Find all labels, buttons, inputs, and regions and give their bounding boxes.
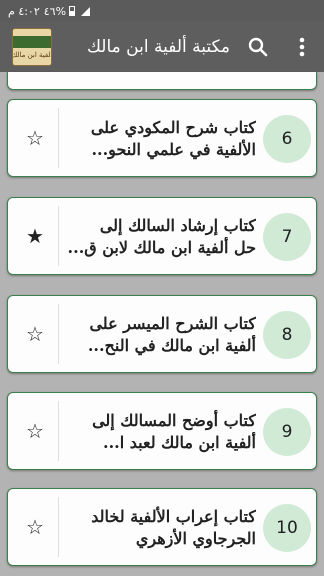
app-logo: ألفية ابن مالك: [12, 28, 52, 66]
battery-icon: [69, 6, 76, 16]
overflow-menu-button[interactable]: [290, 35, 314, 59]
star-outline-icon: ☆: [26, 419, 44, 443]
star-filled-icon: ★: [26, 224, 44, 248]
star-outline-icon: ☆: [26, 322, 44, 346]
book-title-line1: كتاب الشرح الميسر على: [89, 314, 256, 333]
book-number-badge: 8: [263, 311, 311, 359]
star-outline-icon: ☆: [26, 515, 44, 539]
battery-percent: ٤٦%: [43, 4, 67, 18]
book-title: كتاب الشرح الميسر على ألفية ابن مالك في ا…: [66, 302, 256, 368]
favorite-toggle[interactable]: ★: [12, 206, 59, 266]
book-title-line2: ألفية ابن مالك في النح...: [87, 336, 256, 355]
favorite-toggle[interactable]: ☆: [12, 304, 59, 364]
book-title-line1: كتاب إرشاد السالك إلى: [99, 216, 256, 235]
book-number-badge: 7: [263, 213, 311, 261]
list-item[interactable]: ☆ كتاب الشرح الميسر على ألفية ابن مالك في …: [7, 295, 317, 373]
book-title: كتاب إرشاد السالك إلى حل ألفية ابن مالك ل…: [66, 204, 256, 270]
list-item-partial[interactable]: [7, 72, 317, 90]
book-title-line1: كتاب أوضح المسالك إلى: [92, 411, 256, 430]
book-title: كتاب أوضح المسالك إلى ألفية ابن مالك لعبد…: [66, 399, 256, 465]
more-vert-icon: [299, 37, 305, 57]
book-number-badge: 6: [263, 115, 311, 163]
book-title: كتاب إعراب الألفية لخالد الجرجاوي الأزهري: [66, 495, 256, 561]
app-logo-text: ألفية ابن مالك: [12, 50, 52, 59]
app-bar: ألفية ابن مالك مكتبة ألفية ابن مالك: [0, 22, 324, 72]
favorite-toggle[interactable]: ☆: [12, 497, 59, 557]
favorite-toggle[interactable]: ☆: [12, 108, 59, 168]
book-number-badge: 10: [263, 504, 311, 552]
star-outline-icon: ☆: [26, 126, 44, 150]
book-title-line2: الجرجاوي الأزهري: [135, 529, 256, 548]
book-number-badge: 9: [263, 408, 311, 456]
status-time: ٤:٠٢ م: [8, 4, 40, 18]
book-title: كتاب شرح المكودي على الألفية في علمي النح…: [66, 106, 256, 172]
list-item[interactable]: ☆ كتاب إعراب الألفية لخالد الجرجاوي الأزهر…: [7, 488, 317, 566]
list-item[interactable]: ★ كتاب إرشاد السالك إلى حل ألفية ابن مالك …: [7, 197, 317, 275]
book-title-line2: ألفية ابن مالك لعبد ا...: [103, 433, 256, 452]
book-title-line2: الألفية في علمي النحو...: [91, 140, 256, 159]
list-item[interactable]: ☆ كتاب أوضح المسالك إلى ألفية ابن مالك لعب…: [7, 392, 317, 470]
search-icon: [248, 37, 268, 57]
book-title-line2: حل ألفية ابن مالك لابن ق...: [67, 238, 256, 257]
signal-icon: [81, 6, 91, 16]
list-item[interactable]: ☆ كتاب شرح المكودي على الألفية في علمي الن…: [7, 99, 317, 177]
status-bar: ٤:٠٢ م ٤٦%: [0, 0, 324, 22]
favorite-toggle[interactable]: ☆: [12, 401, 59, 461]
book-title-line1: كتاب شرح المكودي على: [90, 118, 256, 137]
book-title-line1: كتاب إعراب الألفية لخالد: [91, 507, 256, 526]
app-title: مكتبة ألفية ابن مالك: [86, 37, 230, 57]
search-button[interactable]: [246, 35, 270, 59]
